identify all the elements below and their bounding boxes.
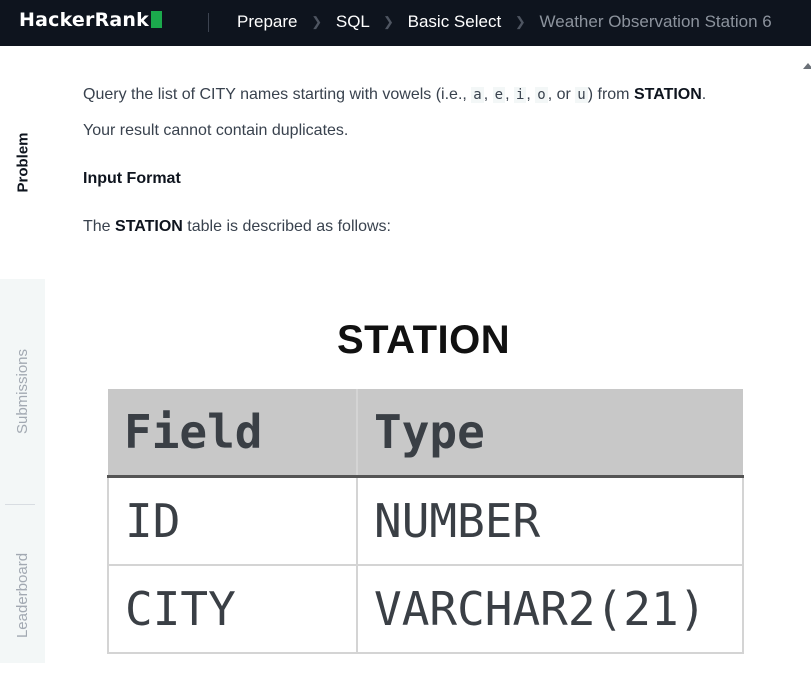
text-segment: , [483, 86, 493, 103]
input-format-heading: Input Format [83, 170, 181, 187]
chevron-right-icon: ❯ [311, 14, 323, 29]
text-segment: , [505, 86, 514, 103]
station-figure-title: STATION [337, 318, 511, 362]
table-name-strong: STATION [115, 218, 183, 235]
vowel-code: i [513, 87, 527, 103]
text-segment: , [526, 86, 536, 103]
type-cell: NUMBER [356, 475, 744, 566]
nav-divider [208, 13, 209, 32]
table-header-row: Field Type [108, 389, 743, 478]
vowel-code: u [575, 87, 588, 103]
breadcrumb: Prepare ❯ SQL ❯ Basic Select ❯ Weather O… [237, 12, 772, 32]
logo-text: HackerRank [19, 9, 149, 31]
scroll-up-icon[interactable] [803, 63, 811, 69]
problem-paragraph-query: Query the list of CITY names starting wi… [83, 86, 706, 104]
field-cell: CITY [107, 564, 358, 654]
text-segment: Query the list of CITY names starting wi… [83, 86, 472, 103]
text-segment: . [701, 86, 707, 103]
tab-submissions-label: Submissions [14, 348, 32, 435]
table-name-strong: STATION [633, 86, 702, 103]
station-schema-table: Field Type ID NUMBER CITY VARCHAR2(21) [107, 389, 744, 654]
tab-submissions[interactable]: Submissions [0, 279, 45, 504]
column-header-field: Field [108, 389, 358, 478]
tab-problem[interactable]: Problem [0, 46, 45, 279]
logo-block-icon [150, 11, 162, 28]
breadcrumb-sql[interactable]: SQL [336, 12, 369, 31]
text-segment: ) from [587, 86, 634, 103]
breadcrumb-basic-select[interactable]: Basic Select [408, 12, 502, 31]
problem-paragraph-table-desc: The STATION table is described as follow… [83, 218, 391, 236]
type-cell: VARCHAR2(21) [356, 564, 744, 654]
tab-leaderboard[interactable]: Leaderboard [0, 505, 45, 685]
text-segment: table is described as follows: [182, 218, 391, 235]
breadcrumb-current-challenge: Weather Observation Station 6 [539, 12, 772, 31]
vowel-code: a [471, 87, 484, 103]
vowel-code: o [535, 87, 548, 103]
vowel-code: e [492, 87, 506, 103]
tab-problem-label: Problem [14, 132, 32, 193]
hackerrank-logo[interactable]: HackerRank [19, 9, 162, 31]
field-cell: ID [107, 475, 358, 566]
breadcrumb-prepare[interactable]: Prepare [237, 12, 297, 31]
problem-paragraph-duplicates: Your result cannot contain duplicates. [83, 122, 349, 139]
top-nav-bar: HackerRank Prepare ❯ SQL ❯ Basic Select … [0, 0, 811, 46]
table-row: ID NUMBER [107, 475, 744, 566]
column-header-type: Type [357, 389, 743, 478]
side-tabs: Problem Submissions Leaderboard [0, 46, 45, 663]
chevron-right-icon: ❯ [382, 14, 394, 29]
chevron-right-icon: ❯ [514, 14, 526, 29]
table-row: CITY VARCHAR2(21) [107, 564, 744, 654]
text-segment: , or [547, 86, 576, 103]
tab-leaderboard-label: Leaderboard [14, 552, 32, 638]
text-segment: The [83, 218, 116, 235]
